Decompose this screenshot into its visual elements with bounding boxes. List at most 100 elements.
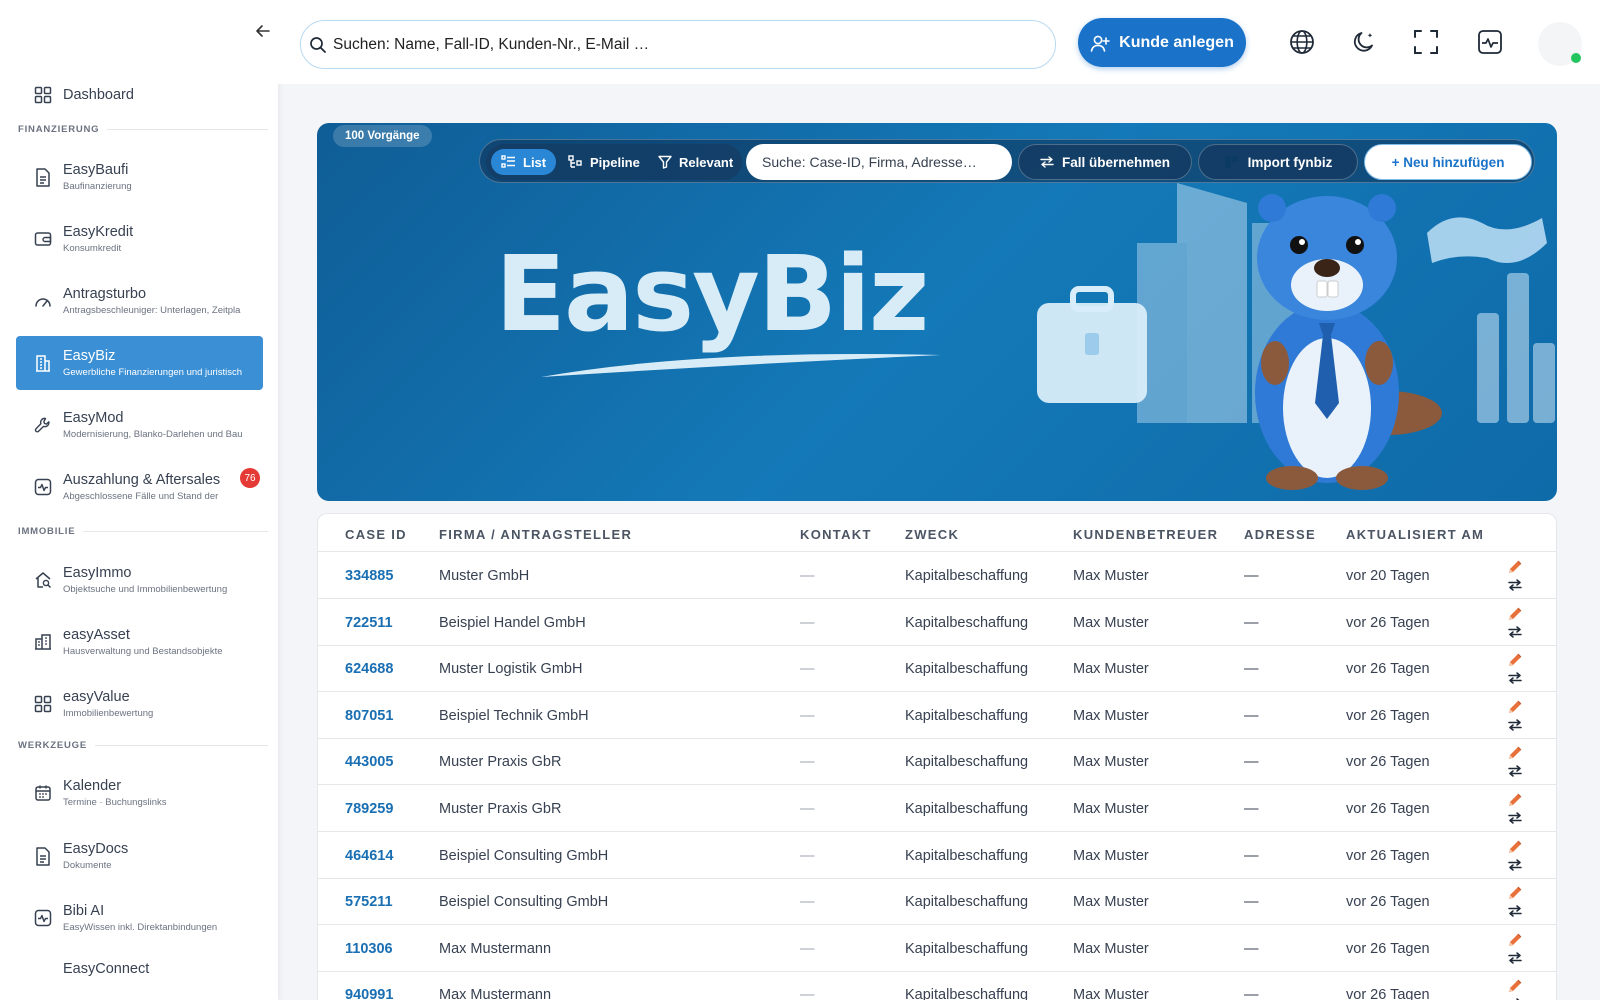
pipeline-icon bbox=[568, 155, 582, 168]
case-id-link[interactable]: 575211 bbox=[345, 894, 393, 910]
theme-toggle-button[interactable] bbox=[1350, 28, 1378, 56]
case-search-input[interactable] bbox=[746, 144, 1012, 180]
table-row[interactable]: 940991 Max Mustermann — Kapitalbeschaffung M… bbox=[318, 972, 1556, 1000]
transfer-icon[interactable] bbox=[1508, 765, 1522, 778]
activity-monitor-button[interactable] bbox=[1476, 28, 1504, 56]
kunde-anlegen-button[interactable]: Kunde anlegen bbox=[1078, 18, 1246, 67]
online-status-dot bbox=[1571, 53, 1581, 63]
column-header-zweck[interactable]: ZWECK bbox=[905, 527, 959, 542]
view-pipeline-label: Pipeline bbox=[590, 154, 640, 170]
edit-pencil-icon[interactable] bbox=[1507, 792, 1523, 808]
zweck-cell: Kapitalbeschaffung bbox=[905, 707, 1029, 724]
sidebar-item-easymod[interactable]: EasyMod Modernisierung, Blanko-Darlehen u… bbox=[16, 398, 263, 452]
transfer-icon[interactable] bbox=[1508, 905, 1522, 917]
edit-pencil-icon[interactable] bbox=[1507, 699, 1523, 715]
column-header-kontakt[interactable]: KONTAKT bbox=[800, 527, 872, 542]
sidebar-item-easybiz[interactable]: EasyBiz Gewerbliche Finanzierungen und ju… bbox=[16, 336, 263, 390]
transfer-icon[interactable] bbox=[1508, 672, 1522, 684]
sidebar-item-dashboard[interactable]: Dashboard bbox=[16, 68, 263, 122]
case-id-link[interactable]: 789259 bbox=[345, 801, 393, 817]
edit-pencil-icon[interactable] bbox=[1507, 885, 1523, 901]
sidebar-item-subtitle: Konsumkredit bbox=[63, 243, 122, 254]
transfer-icon[interactable] bbox=[1508, 719, 1522, 731]
sidebar-item-easyconnect[interactable]: EasyConnect bbox=[16, 953, 263, 1000]
activity-icon bbox=[33, 908, 53, 928]
view-switcher: List Pipeline Relevant bbox=[486, 144, 742, 180]
sidebar-item-easyasset[interactable]: easyAsset Hausverwaltung und Bestandsobje… bbox=[16, 615, 263, 669]
aktualisiert-cell: vor 26 Tagen bbox=[1346, 847, 1430, 864]
wrench-icon bbox=[33, 415, 53, 435]
edit-pencil-icon[interactable] bbox=[1507, 652, 1523, 668]
edit-pencil-icon[interactable] bbox=[1507, 745, 1523, 761]
language-button[interactable] bbox=[1288, 28, 1316, 56]
table-row[interactable]: 575211 Beispiel Consulting GmbH — Kapitalbe… bbox=[318, 879, 1556, 926]
adresse-cell: — bbox=[1244, 707, 1259, 724]
case-id-link[interactable]: 334885 bbox=[345, 568, 393, 584]
collapse-sidebar-button[interactable] bbox=[252, 20, 274, 42]
sidebar-item-easydocs[interactable]: EasyDocs Dokumente bbox=[16, 829, 263, 883]
edit-pencil-icon[interactable] bbox=[1507, 559, 1523, 575]
transfer-icon[interactable] bbox=[1508, 625, 1522, 638]
sidebar-item-subtitle: Objektsuche und Immobilienbewertung bbox=[63, 584, 228, 595]
firma-cell: Max Mustermann bbox=[439, 940, 552, 957]
aktualisiert-cell: vor 26 Tagen bbox=[1346, 754, 1430, 771]
import-fynbiz-button[interactable]: Import fynbiz bbox=[1198, 144, 1358, 180]
sidebar-item-bibi-ai[interactable]: Bibi AI EasyWissen inkl. Direktanbindunge… bbox=[16, 891, 263, 945]
firma-cell: Beispiel Handel GmbH bbox=[439, 614, 586, 631]
sidebar-item-easybaufi[interactable]: EasyBaufi Baufinanzierung bbox=[16, 150, 263, 204]
case-id-link[interactable]: 940991 bbox=[345, 987, 393, 1000]
column-header-kundenbetreuer[interactable]: KUNDENBETREUER bbox=[1073, 527, 1218, 542]
view-list-button[interactable]: List bbox=[491, 149, 557, 175]
case-id-link[interactable]: 807051 bbox=[345, 708, 393, 724]
global-search[interactable] bbox=[300, 20, 1056, 69]
case-id-link[interactable]: 110306 bbox=[345, 941, 393, 957]
sidebar-item-easyimmo[interactable]: EasyImmo Objektsuche und Immobilienbewert… bbox=[16, 553, 263, 607]
fall-uebernehmen-label: Fall übernehmen bbox=[1061, 154, 1171, 170]
column-header-firma[interactable]: FIRMA / ANTRAGSTELLER bbox=[439, 527, 632, 542]
edit-pencil-icon[interactable] bbox=[1507, 606, 1523, 622]
case-id-link[interactable]: 443005 bbox=[345, 754, 393, 770]
table-row[interactable]: 807051 Beispiel Technik GmbH — Kapitalbesch… bbox=[318, 693, 1556, 739]
zweck-cell: Kapitalbeschaffung bbox=[905, 661, 1029, 678]
case-id-link[interactable]: 624688 bbox=[345, 661, 393, 677]
kontakt-cell: — bbox=[800, 707, 815, 724]
sidebar-item-label: Kalender bbox=[63, 778, 122, 794]
fall-uebernehmen-button[interactable]: Fall übernehmen bbox=[1018, 144, 1192, 180]
view-pipeline-button[interactable]: Pipeline bbox=[558, 149, 650, 175]
table-row[interactable]: 334885 Muster GmbH — Kapitalbeschaffung Max … bbox=[318, 553, 1556, 599]
adresse-cell: — bbox=[1244, 987, 1259, 1000]
table-row[interactable]: 789259 Muster Praxis GbR — Kapitalbeschaffu… bbox=[318, 786, 1556, 832]
table-row[interactable]: 464614 Beispiel Consulting GmbH — Kapitalbe… bbox=[318, 833, 1556, 879]
firma-cell: Muster GmbH bbox=[439, 568, 530, 584]
column-header-adresse[interactable]: ADRESSE bbox=[1244, 527, 1316, 542]
aktualisiert-cell: vor 26 Tagen bbox=[1346, 661, 1430, 678]
table-row[interactable]: 443005 Muster Praxis GbR — Kapitalbeschaffu… bbox=[318, 739, 1556, 786]
global-search-input[interactable] bbox=[333, 35, 1013, 54]
fullscreen-button[interactable] bbox=[1412, 28, 1440, 56]
column-header-case-id[interactable]: CASE ID bbox=[345, 527, 407, 542]
table-row[interactable]: 624688 Muster Logistik GmbH — Kapitalbescha… bbox=[318, 646, 1556, 693]
table-row[interactable]: 722511 Beispiel Handel GmbH — Kapitalbescha… bbox=[318, 600, 1556, 646]
sidebar-item-easykredit[interactable]: EasyKredit Konsumkredit bbox=[16, 212, 263, 266]
edit-pencil-icon[interactable] bbox=[1507, 932, 1523, 948]
table-row[interactable]: 110306 Max Mustermann — Kapitalbeschaffung M… bbox=[318, 926, 1556, 972]
neu-hinzufuegen-button[interactable]: + Neu hinzufügen bbox=[1364, 144, 1532, 180]
case-id-link[interactable]: 722511 bbox=[345, 615, 393, 631]
column-header-aktualisiert[interactable]: AKTUALISIERT AM bbox=[1346, 527, 1484, 542]
sidebar-item-easyvalue[interactable]: easyValue Immobilienbewertung bbox=[16, 677, 263, 731]
edit-pencil-icon[interactable] bbox=[1507, 978, 1523, 994]
transfer-icon[interactable] bbox=[1508, 858, 1522, 871]
sidebar-item-label: EasyKredit bbox=[63, 224, 134, 240]
sidebar-item-kalender[interactable]: Kalender Termine · Buchungslinks bbox=[16, 766, 263, 820]
transfer-icon[interactable] bbox=[1508, 952, 1522, 964]
case-id-link[interactable]: 464614 bbox=[345, 848, 393, 864]
kontakt-cell: — bbox=[800, 568, 815, 584]
sidebar-item-label: EasyDocs bbox=[63, 841, 129, 857]
transfer-icon[interactable] bbox=[1508, 579, 1522, 591]
transfer-icon[interactable] bbox=[1508, 812, 1522, 824]
view-relevant-button[interactable]: Relevant bbox=[648, 149, 743, 175]
aktualisiert-cell: vor 26 Tagen bbox=[1346, 940, 1430, 957]
sidebar-item-auszahlung[interactable]: Auszahlung & Aftersales Abgeschlossene Fä… bbox=[16, 460, 263, 514]
sidebar-item-antragsturbo[interactable]: Antragsturbo Antragsbeschleuniger: Unterl… bbox=[16, 274, 263, 328]
edit-pencil-icon[interactable] bbox=[1507, 839, 1523, 855]
